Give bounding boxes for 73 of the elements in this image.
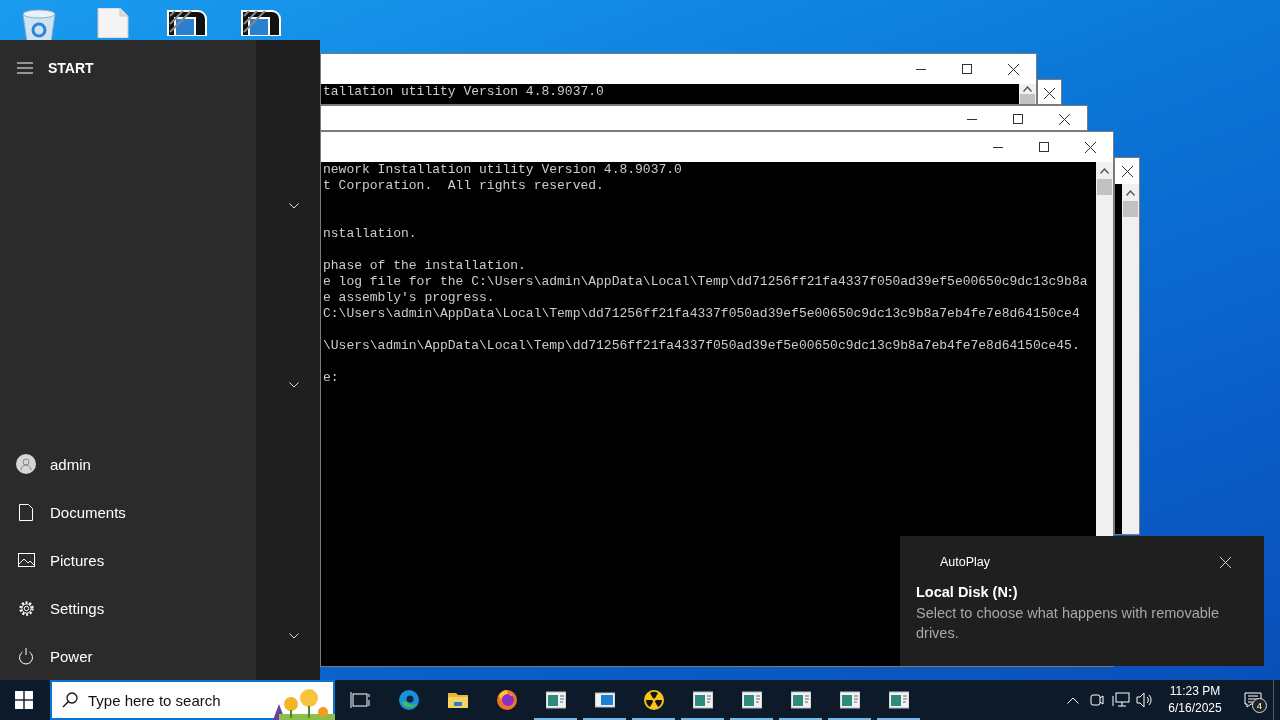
console-text-line: phase of the installation.	[323, 258, 527, 274]
close-icon	[1007, 63, 1019, 75]
console-text-line: e assembly's progress.	[323, 290, 496, 306]
notification-title: Local Disk (N:)	[916, 584, 1018, 600]
start-title: START	[48, 60, 94, 76]
start-menu-item[interactable]: Power	[0, 632, 256, 680]
search-field[interactable]: Type here to search	[50, 680, 335, 720]
radiation-icon	[643, 690, 664, 710]
recycle-bin-icon[interactable]	[19, 8, 59, 42]
close-icon	[1121, 165, 1133, 177]
clock[interactable]: 11:23 PM 6/16/2025	[1157, 683, 1233, 717]
scrollbar[interactable]	[1122, 184, 1139, 534]
file-icon[interactable]	[96, 8, 130, 38]
console-window-icon	[545, 691, 566, 709]
time: 11:23 PM	[1168, 683, 1222, 700]
scrollbar-thumb[interactable]	[1123, 201, 1138, 217]
document-icon	[19, 503, 33, 521]
chevron-down-icon[interactable]	[289, 382, 299, 388]
notifications-icon	[1244, 692, 1262, 708]
settings-icon	[17, 599, 35, 617]
start-menu-item[interactable]: admin	[0, 440, 256, 488]
task-view-icon	[350, 691, 369, 709]
power-icon	[18, 647, 34, 665]
scrollbar[interactable]	[1019, 84, 1036, 104]
console-window-icon	[741, 691, 762, 709]
console-text-line: e:	[323, 370, 340, 386]
console-window-icon	[692, 691, 713, 709]
console-text-line: t Corporation. All rights reserved.	[323, 178, 605, 194]
console-window-icon	[888, 691, 909, 709]
edge-icon	[398, 690, 419, 710]
close-icon	[1044, 87, 1055, 99]
menu-icon	[17, 62, 33, 74]
notifications-button[interactable]: 4	[1233, 680, 1273, 720]
volume-icon[interactable]	[1136, 692, 1154, 708]
start-menu-item[interactable]: Pictures	[0, 536, 256, 584]
webcam-icon[interactable]	[1090, 692, 1104, 708]
console-text-line: nstallation.	[323, 226, 418, 242]
pictures-icon	[17, 553, 35, 567]
console-text-line: tallation utility Version 4.8.9037.0	[323, 84, 605, 100]
firefox-icon	[496, 690, 517, 710]
date: 6/16/2025	[1167, 700, 1223, 717]
chevron-down-icon[interactable]	[289, 633, 299, 639]
striped-logo-icon[interactable]	[165, 8, 209, 36]
window-icon	[594, 692, 615, 708]
start-menu-item[interactable]: Settings	[0, 584, 256, 632]
striped-logo-icon[interactable]	[239, 8, 283, 36]
start-menu-item[interactable]: Documents	[0, 488, 256, 536]
scrollbar-thumb[interactable]	[1020, 94, 1035, 104]
maximize-icon	[1013, 114, 1023, 124]
console-text-line: nework Installation utility Version 4.8.9037.0	[323, 162, 683, 178]
search-icon	[62, 692, 78, 708]
windows-logo-icon	[15, 691, 33, 709]
network-icon[interactable]	[1112, 692, 1130, 708]
scrollbar-thumb[interactable]	[1097, 179, 1112, 195]
maximize-icon	[1039, 142, 1049, 152]
user-avatar-icon	[16, 454, 36, 474]
console-text-line: C:\Users\admin\AppData\Local\Temp\dd71256ff21fa4337f050ad39ef5e00650c9dc13c9b8a7eb4fe7e8d64150ce4	[323, 306, 1081, 322]
close-icon	[1058, 113, 1070, 125]
chevron-down-icon[interactable]	[289, 203, 299, 209]
notification-app-name: AutoPlay	[940, 555, 991, 569]
console-text-line: \Users\admin\AppData\Local\Temp\dd71256ff21fa4337f050ad39ef5e00650c9dc13c9b8a7eb4fe7e8d64150ce45.	[323, 338, 1081, 354]
console-text-line: e log file for the C:\Users\admin\AppData\Local\Temp\dd71256ff21fa4337f050ad39ef5e00650c9dc13c9b8a	[323, 274, 1089, 290]
autoplay-toast[interactable]: AutoPlay Local Disk (N:) Select to choose what happens with removable drives.	[900, 536, 1264, 666]
console-window-icon	[839, 691, 860, 709]
close-icon	[1084, 141, 1096, 153]
notification-message: Select to choose what happens with removable drives.	[916, 604, 1221, 643]
show-hidden-icons-caret-icon[interactable]	[1067, 696, 1079, 704]
maximize-icon	[962, 64, 972, 74]
folder-icon	[447, 693, 468, 708]
notification-count-badge: 4	[1252, 698, 1267, 713]
close-icon	[1219, 556, 1231, 568]
console-window-icon	[790, 691, 811, 709]
close-button[interactable]	[1218, 555, 1232, 569]
